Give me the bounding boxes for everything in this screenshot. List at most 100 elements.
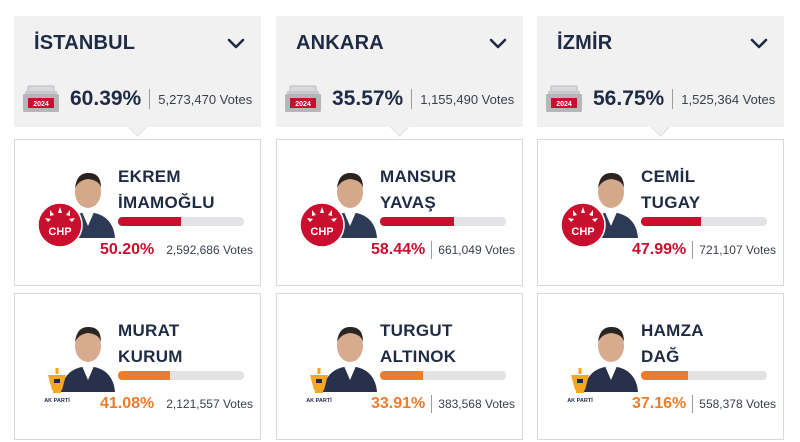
chp-logo-text: CHP [48,226,71,238]
ak-parti-logo-text: AK PARTİ [44,397,70,404]
candidate-first-name: MURAT [118,321,180,340]
candidate-stats: 33.91% 383,568 Votes [369,395,521,413]
vote-share-fill [380,371,423,380]
candidate-votes: 2,121,557 Votes [166,397,253,411]
candidate-card-akp: AK PARTİ HAMZA DAĞ 37.16% 558,378 Votes [537,293,784,440]
chp-logo-icon: CHP [560,202,606,248]
vote-share-fill [118,371,170,380]
candidate-last-name: KURUM [118,347,183,366]
candidate-last-name: DAĞ [641,347,680,366]
turnout-votes: 1,525,364 Votes [681,91,776,107]
candidate-first-name: HAMZA [641,321,704,340]
candidate-name: HAMZA DAĞ [641,318,781,370]
candidate-name: CEMİL TUGAY [641,164,781,216]
city-name: ANKARA [296,32,384,54]
vote-share-bar [118,371,244,380]
candidate-percent: 37.16% [632,395,687,412]
year-label: 2024 [295,101,311,108]
city-name: İSTANBUL [34,32,136,54]
vote-share-bar [380,371,506,380]
ak-parti-logo-text: AK PARTİ [306,397,332,404]
candidate-stats: 50.20% 2,592,686 Votes [100,241,259,259]
candidate-votes: 558,378 Votes [699,397,776,411]
divider [411,89,413,109]
turnout-summary: 2024 56.75% 1,525,364 Votes [537,71,784,127]
candidate-card-chp: CHP MANSUR YAVAŞ 58.44% 661,049 Votes [276,139,523,286]
vote-share-bar [380,217,506,226]
ballot-box-icon: 2024 [23,85,59,112]
candidate-name: MANSUR YAVAŞ [380,164,520,216]
city-name: İZMİR [557,32,613,54]
candidate-card-chp: CHP EKREM İMAMOĞLU 50.20% 2,592,686 Vote… [14,139,261,286]
ballot-box-icon: 2024 [546,85,582,112]
city-column-izmir: İZMİR 2024 56.75% 1,525,364 Votes CHP CE… [537,16,784,440]
candidate-card-akp: AK PARTİ MURAT KURUM 41.08% 2,121,557 Vo… [14,293,261,440]
turnout-percent: 35.57% [332,87,404,110]
turnout-percent: 56.75% [593,87,665,110]
divider [431,241,433,259]
candidate-last-name: YAVAŞ [380,193,436,212]
candidate-percent: 58.44% [371,241,426,258]
candidate-first-name: TURGUT [380,321,453,340]
vote-share-bar [118,217,244,226]
turnout-summary: 2024 35.57% 1,155,490 Votes [276,71,523,127]
candidate-name: EKREM İMAMOĞLU [118,164,258,216]
divider [692,395,694,413]
city-column-ankara: ANKARA 2024 35.57% 1,155,490 Votes CHP M… [276,16,523,440]
candidate-first-name: CEMİL [641,167,696,186]
turnout-percent: 60.39% [70,87,142,110]
ak-parti-logo-text: AK PARTİ [567,397,593,404]
vote-share-fill [118,217,182,226]
turnout-votes: 1,155,490 Votes [420,91,515,107]
candidate-percent: 47.99% [632,241,687,258]
ballot-box-icon: 2024 [285,85,321,112]
candidate-votes: 2,592,686 Votes [166,243,253,257]
candidate-votes: 383,568 Votes [438,397,515,411]
candidate-last-name: İMAMOĞLU [118,193,215,212]
candidate-name: TURGUT ALTINOK [380,318,520,370]
candidate-card-chp: CHP CEMİL TUGAY 47.99% 721,107 Votes [537,139,784,286]
divider [431,395,433,413]
candidate-stats: 58.44% 661,049 Votes [369,241,521,259]
candidate-last-name: TUGAY [641,193,701,212]
turnout-votes: 5,273,470 Votes [158,91,253,107]
chevron-down-icon[interactable] [227,38,245,50]
vote-share-fill [641,371,688,380]
vote-share-fill [380,217,454,226]
year-label: 2024 [556,101,572,108]
chp-logo-text: CHP [310,226,333,238]
turnout-summary: 2024 60.39% 5,273,470 Votes [14,71,261,127]
candidate-percent: 50.20% [99,241,155,258]
divider [149,89,151,109]
candidate-votes: 661,049 Votes [438,243,515,257]
candidate-stats: 41.08% 2,121,557 Votes [100,395,259,413]
city-dropdown[interactable]: İSTANBUL [14,16,261,71]
vote-share-fill [641,217,702,226]
candidate-stats: 37.16% 558,378 Votes [630,395,782,413]
candidate-percent: 41.08% [99,395,155,412]
chp-logo-icon: CHP [37,202,83,248]
city-dropdown[interactable]: ANKARA [276,16,523,71]
vote-share-bar [641,371,767,380]
candidate-first-name: MANSUR [380,167,457,186]
candidate-votes: 721,107 Votes [699,243,776,257]
city-column-istanbul: İSTANBUL 2024 60.39% 5,273,470 Votes CHP… [14,16,261,440]
divider [672,89,674,109]
ak-parti-logo-icon: AK PARTİ [306,368,332,404]
candidate-percent: 33.91% [371,395,426,412]
divider [692,241,694,259]
city-dropdown[interactable]: İZMİR [537,16,784,71]
chp-logo-text: CHP [571,226,594,238]
candidate-first-name: EKREM [118,167,181,186]
vote-share-bar [641,217,767,226]
candidate-stats: 47.99% 721,107 Votes [630,241,782,259]
candidate-name: MURAT KURUM [118,318,258,370]
candidate-card-akp: AK PARTİ TURGUT ALTINOK 33.91% 383,568 V… [276,293,523,440]
chevron-down-icon[interactable] [489,38,507,50]
chevron-down-icon[interactable] [750,38,768,50]
year-label: 2024 [33,101,49,108]
chp-logo-icon: CHP [299,202,345,248]
ak-parti-logo-icon: AK PARTİ [567,368,593,404]
candidate-last-name: ALTINOK [380,347,457,366]
ak-parti-logo-icon: AK PARTİ [44,368,70,404]
